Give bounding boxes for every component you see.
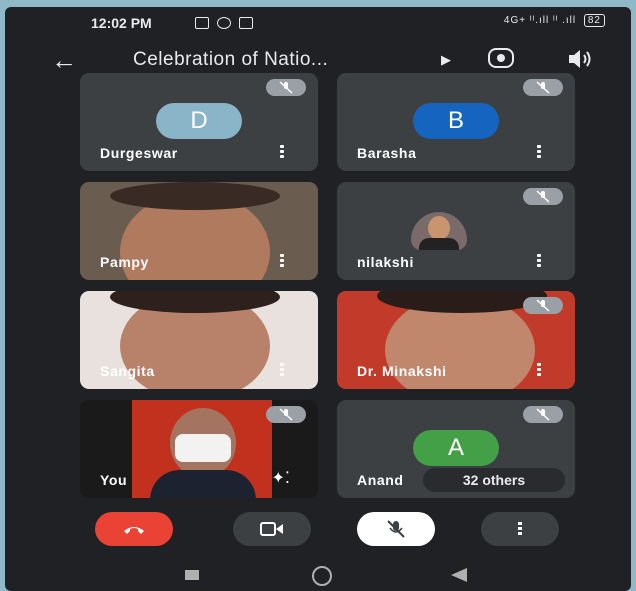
participant-tile-dr-minakshi[interactable]: Dr. Minakshi	[337, 291, 575, 389]
participant-name: Sangita	[100, 363, 155, 379]
arrow-back-icon[interactable]: ←	[51, 45, 77, 76]
status-right: 4G+ ᴵᴵ.ıll ᴵᴵ .ıll 82	[504, 14, 605, 27]
mic-off-icon	[523, 79, 563, 96]
avatar: B	[413, 103, 499, 139]
mic-off-icon	[523, 297, 563, 314]
participant-tile-sangita[interactable]: Sangita	[80, 291, 318, 389]
avatar: A	[413, 430, 499, 466]
status-bar: 12:02 PM 4G+ ᴵᴵ.ıll ᴵᴵ .ıll 82	[5, 7, 631, 39]
end-call-button[interactable]	[95, 512, 173, 546]
mic-off-icon	[266, 79, 306, 96]
mic-off-icon	[387, 520, 405, 538]
speaker-icon[interactable]	[565, 47, 595, 71]
avatar-letter: A	[447, 434, 464, 461]
shoulders-shape	[150, 470, 256, 498]
participant-name: nilakshi	[357, 254, 414, 270]
participant-name: Anand	[357, 472, 404, 488]
back-nav-icon[interactable]	[451, 568, 467, 582]
participant-name: Durgeswar	[100, 145, 178, 161]
mic-off-icon	[266, 406, 306, 423]
calendar-icon	[239, 17, 253, 29]
camera-toggle-button[interactable]	[233, 512, 311, 546]
others-label: 32 others	[462, 472, 526, 488]
more-options-button[interactable]	[481, 512, 559, 546]
participant-name: You	[100, 472, 128, 488]
more-vert-icon[interactable]	[280, 145, 284, 159]
recents-icon[interactable]	[185, 570, 199, 580]
avatar-letter: B	[447, 107, 464, 134]
participant-tile-durgeswar[interactable]: D Durgeswar	[80, 73, 318, 171]
meeting-title[interactable]: Celebration of Natio...	[133, 49, 328, 71]
gallery-icon	[195, 17, 209, 29]
record-icon	[217, 17, 231, 29]
call-end-icon	[124, 527, 144, 534]
hair-shape	[377, 291, 547, 313]
participant-tile-nilakshi[interactable]: nilakshi	[337, 182, 575, 280]
more-vert-icon[interactable]	[537, 145, 541, 159]
hair-shape	[110, 291, 280, 313]
mask-shape	[175, 434, 231, 462]
participant-name: Dr. Minakshi	[357, 363, 447, 379]
effects-sparkle-icon[interactable]: ✦⁚	[272, 468, 291, 488]
avatar: D	[156, 103, 242, 139]
participant-name: Pampy	[100, 254, 149, 270]
videocam-icon	[260, 522, 283, 536]
flip-camera-icon[interactable]	[488, 48, 514, 68]
meet-call-screen: 12:02 PM 4G+ ᴵᴵ.ıll ᴵᴵ .ıll 82 ← Celebra…	[5, 7, 631, 591]
participant-tile-anand[interactable]: A Anand 32 others	[337, 400, 575, 498]
status-time: 12:02 PM	[91, 15, 152, 31]
mic-off-icon	[523, 406, 563, 423]
home-icon[interactable]	[312, 566, 332, 586]
more-vert-icon[interactable]	[537, 363, 541, 377]
more-vert-icon[interactable]	[280, 363, 284, 377]
battery-level: 82	[587, 15, 601, 26]
avatar-letter: D	[190, 107, 208, 134]
system-nav-bar	[5, 563, 631, 591]
mic-toggle-button[interactable]	[357, 512, 435, 546]
network-signal-text: 4G+ ᴵᴵ.ıll ᴵᴵ .ıll	[503, 15, 577, 26]
mic-off-icon	[523, 188, 563, 205]
hair-shape	[110, 182, 280, 210]
more-vert-icon[interactable]	[280, 254, 284, 268]
others-count-pill[interactable]: 32 others	[423, 468, 565, 492]
more-vert-icon[interactable]	[537, 254, 541, 268]
participant-name: Barasha	[357, 145, 417, 161]
participant-tile-you[interactable]: You ✦⁚	[80, 400, 318, 498]
participant-tile-barasha[interactable]: B Barasha	[337, 73, 575, 171]
more-vert-icon	[518, 522, 522, 536]
caret-right-icon[interactable]: ▶	[441, 52, 451, 68]
participant-tile-pampy[interactable]: Pampy	[80, 182, 318, 280]
battery-icon: 82	[583, 14, 605, 27]
profile-photo	[411, 212, 467, 250]
